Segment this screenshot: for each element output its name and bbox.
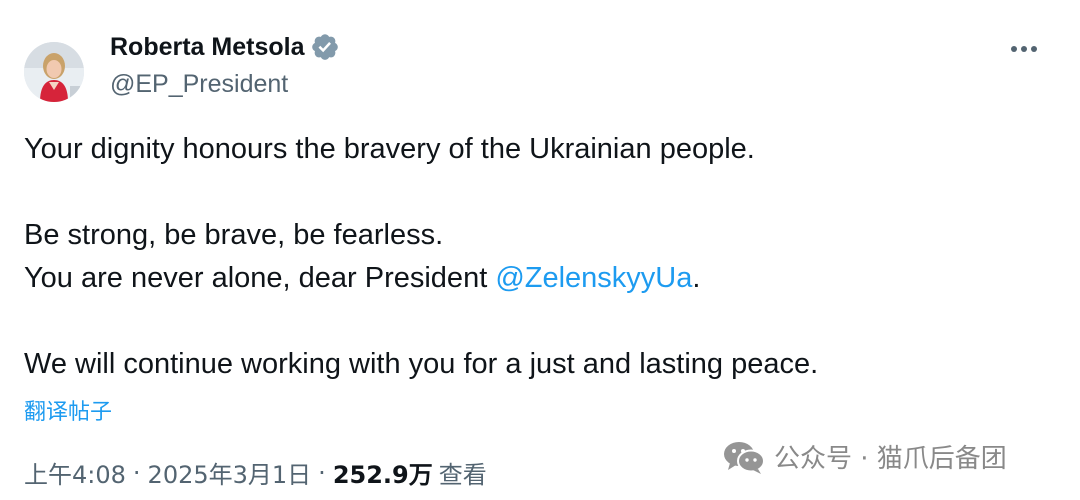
translate-post-link[interactable]: 翻译帖子 bbox=[24, 394, 112, 426]
more-dot bbox=[1011, 46, 1017, 52]
watermark: 公众号 · 猫爪后备团 bbox=[722, 438, 1007, 475]
post-date[interactable]: 2025年3月1日 bbox=[148, 455, 312, 490]
more-options-icon[interactable] bbox=[1006, 34, 1042, 64]
tweet-card: Roberta Metsola @EP_President Your digni… bbox=[0, 0, 1080, 500]
tweet-line: You are never alone, dear President @Zel… bbox=[24, 257, 818, 300]
tweet-line: Be strong, be brave, be fearless. bbox=[24, 219, 444, 251]
watermark-text: 公众号 · 猫爪后备团 bbox=[774, 444, 1007, 474]
author-handle[interactable]: @EP_President bbox=[110, 70, 288, 99]
tweet-text-segment: . bbox=[692, 262, 701, 294]
post-time[interactable]: 上午4:08 bbox=[24, 455, 126, 490]
tweet-line: We will continue working with you for a … bbox=[24, 348, 819, 380]
views-label: 查看 bbox=[438, 461, 487, 489]
tweet-text-segment: You are never alone, dear President bbox=[24, 262, 496, 294]
meta-separator: · bbox=[132, 458, 141, 487]
tweet-line: Your dignity honours the bravery of the … bbox=[24, 133, 755, 165]
tweet-meta: 上午4:08 · 2025年3月1日 · 252.9万 查看 bbox=[24, 455, 487, 490]
author-name[interactable]: Roberta Metsola bbox=[110, 33, 304, 62]
avatar[interactable] bbox=[24, 42, 84, 102]
verified-badge-icon bbox=[312, 34, 339, 60]
author-name-row[interactable]: Roberta Metsola bbox=[110, 32, 340, 62]
views-count: 252.9万 bbox=[332, 461, 433, 489]
avatar-photo bbox=[24, 42, 84, 102]
tweet-text: Your dignity honours the bravery of the … bbox=[24, 128, 818, 386]
more-dot bbox=[1021, 46, 1027, 52]
wechat-icon bbox=[724, 441, 765, 474]
more-dot bbox=[1031, 46, 1037, 52]
mention-link[interactable]: @ZelenskyyUa bbox=[495, 262, 692, 294]
meta-separator: · bbox=[318, 458, 326, 487]
